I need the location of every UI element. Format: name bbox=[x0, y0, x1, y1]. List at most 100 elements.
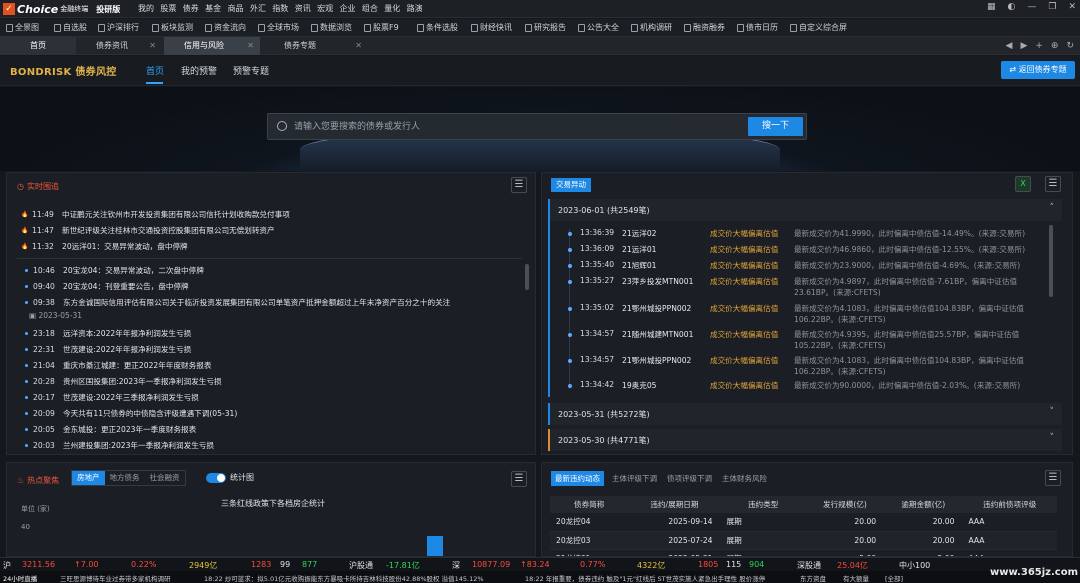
news-item[interactable]: 10:46 20宝龙04：交易异常波动，二次盘中停牌 bbox=[25, 265, 204, 276]
menu-item[interactable]: 宏观 bbox=[317, 3, 339, 14]
tab-home[interactable]: 首页 bbox=[0, 37, 76, 55]
tab-credit-risk[interactable]: 信用与风险 ✕ bbox=[164, 37, 260, 55]
news-item[interactable]: 09:40 20宝龙04：刊登重要公告，盘中停牌 bbox=[25, 281, 189, 292]
realtime-scrollbar[interactable] bbox=[525, 264, 529, 290]
nav-home[interactable]: 首页 bbox=[146, 64, 164, 77]
ticker-item[interactable]: 东方资盘 bbox=[800, 573, 826, 583]
news-item[interactable]: 🔥 11:49 中证鹏元关注钦州市开发投资集团有限公司信托计划收购款兑付事项 bbox=[21, 209, 290, 220]
menu-item[interactable]: 资讯 bbox=[295, 3, 317, 14]
news-item[interactable]: 22:31 世茂建设:2022年年报净利润发生亏损 bbox=[25, 344, 191, 355]
grid-icon[interactable]: ▦ bbox=[987, 2, 996, 12]
quicktool-3[interactable]: 板块监测 bbox=[152, 22, 193, 33]
news-item[interactable]: 🔥 11:47 新世纪评级关注桂林市交通投资控股集团有限公司无偿划转资产 bbox=[21, 225, 275, 236]
trade-scrollbar[interactable] bbox=[1049, 225, 1053, 297]
menu-item[interactable]: 商品 bbox=[228, 3, 250, 14]
tab-close-icon[interactable]: ✕ bbox=[247, 37, 254, 55]
table-row[interactable]: 20龙控04 2025-09-14 展期 20.00 20.00 AAA bbox=[550, 513, 1057, 532]
quicktool-1[interactable]: 自选股 bbox=[54, 22, 87, 33]
quicktool-7[interactable]: 股票F9 bbox=[364, 22, 399, 33]
hot-menu-icon[interactable]: ☰ bbox=[511, 471, 527, 487]
hot-tab-social-finance[interactable]: 社会融资 bbox=[145, 471, 185, 485]
board-label[interactable]: 中小100 bbox=[899, 560, 930, 571]
bond-tab-0[interactable]: 最新违约动态 bbox=[551, 471, 604, 486]
table-row[interactable]: 21龙控012025-05-31展期5.005.00AAA bbox=[550, 549, 1057, 556]
ticker-item[interactable]: [全部] bbox=[885, 573, 903, 583]
refresh-icon[interactable]: ↻ bbox=[1066, 41, 1074, 51]
quicktool-0[interactable]: 全景图 bbox=[6, 22, 39, 33]
chevron-up-icon[interactable]: ˄ bbox=[1050, 203, 1055, 213]
quicktool-9[interactable]: 财经快讯 bbox=[471, 22, 512, 33]
back-to-topics-button[interactable]: ⇄ 返回债券专题 bbox=[1001, 61, 1075, 79]
tab-close-icon[interactable]: ✕ bbox=[355, 37, 362, 55]
news-item[interactable]: 20:09 今天共有11只债券的中债隐含评级遭遇下调(05-31) bbox=[25, 408, 237, 419]
day-group-0531[interactable]: 2023-05-31 (共5272笔) ˅ bbox=[548, 403, 1062, 425]
trade-menu-icon[interactable]: ☰ bbox=[1045, 176, 1061, 192]
quicktool-14[interactable]: 债市日历 bbox=[737, 22, 778, 33]
menu-item[interactable]: 基金 bbox=[205, 3, 227, 14]
menu-item[interactable]: 我的 bbox=[138, 3, 160, 14]
menu-item[interactable]: 债券 bbox=[183, 3, 205, 14]
realtime-menu-icon[interactable]: ☰ bbox=[511, 177, 527, 193]
skin-icon[interactable]: ◐ bbox=[1008, 2, 1016, 12]
forward-icon[interactable]: ▶ bbox=[1020, 41, 1027, 51]
quicktool-11[interactable]: 公告大全 bbox=[578, 22, 619, 33]
hot-tab-local-debt[interactable]: 地方债务 bbox=[105, 471, 145, 485]
bond-tab-3[interactable]: 主体财务风险 bbox=[722, 473, 767, 484]
ticker-item[interactable]: 有大额量 bbox=[843, 573, 869, 583]
chevron-down-icon[interactable]: ˅ bbox=[1050, 407, 1055, 417]
excel-icon[interactable]: X bbox=[1015, 176, 1031, 192]
quicktool-13[interactable]: 融资融券 bbox=[684, 22, 725, 33]
bond-tab-1[interactable]: 主体评级下调 bbox=[612, 473, 657, 484]
menu-item[interactable]: 股票 bbox=[160, 3, 182, 14]
menu-item[interactable]: 组合 bbox=[362, 3, 384, 14]
add-tab-icon[interactable]: + bbox=[1035, 41, 1043, 51]
quicktool-6[interactable]: 数据浏览 bbox=[311, 22, 352, 33]
nav-my-alerts[interactable]: 我的预警 bbox=[181, 64, 217, 77]
news-item[interactable]: 09:38 东方金诚国际信用评估有限公司关于临沂投资发展集团有限公司单笔资产抵押金… bbox=[25, 297, 450, 308]
quicktool-4[interactable]: 资金流向 bbox=[205, 22, 246, 33]
table-header[interactable]: 违约前债项评级 bbox=[962, 496, 1057, 513]
bonds-menu-icon[interactable]: ☰ bbox=[1045, 470, 1061, 486]
ticker-item[interactable]: 三旺思源博待车业过券带多家机构调研 bbox=[60, 573, 171, 583]
table-header[interactable]: 发行规模(亿) bbox=[805, 496, 885, 513]
quicktool-12[interactable]: 机构调研 bbox=[631, 22, 672, 33]
day-group-0530[interactable]: 2023-05-30 (共4771笔) ˅ bbox=[548, 429, 1062, 451]
hot-tab-realestate[interactable]: 房地产 bbox=[72, 471, 105, 485]
bond-tab-2[interactable]: 债项评级下调 bbox=[667, 473, 712, 484]
quicktool-2[interactable]: 沪深排行 bbox=[98, 22, 139, 33]
news-item[interactable]: 20:28 贵州区国投集团:2023年一季报净利润发生亏损 bbox=[25, 376, 222, 387]
minimize-icon[interactable]: — bbox=[1027, 2, 1036, 12]
menu-item[interactable]: 路演 bbox=[407, 3, 429, 14]
quicktool-15[interactable]: 自定义综合屏 bbox=[790, 22, 847, 33]
quicktool-8[interactable]: 条件选股 bbox=[417, 22, 458, 33]
menu-item[interactable]: 指数 bbox=[272, 3, 294, 14]
tab-bond-news[interactable]: 债券资讯 ✕ bbox=[86, 37, 162, 55]
chevron-down-icon[interactable]: ˅ bbox=[1050, 433, 1055, 443]
news-item[interactable]: 23:18 远洋资本:2022年年报净利润发生亏损 bbox=[25, 328, 191, 339]
news-item[interactable]: 20:17 世茂建设:2022年三季报净利润发生亏损 bbox=[25, 392, 199, 403]
table-header[interactable]: 逾期金额(亿) bbox=[884, 496, 963, 513]
back-icon[interactable]: ◀ bbox=[1006, 41, 1013, 51]
close-icon[interactable]: ✕ bbox=[1068, 2, 1076, 12]
nav-alert-topics[interactable]: 预警专题 bbox=[233, 64, 269, 77]
bond-search-input[interactable] bbox=[294, 120, 724, 134]
ticker-item[interactable]: 18:22 炒可蓝求：拟5.01亿元收购振能东方暴吸卡所持吉林科技股份42.88… bbox=[204, 573, 484, 583]
tab-close-icon[interactable]: ✕ bbox=[149, 37, 156, 55]
news-item[interactable]: 20:03 兰州建投集团:2023年一季报净利润发生亏损 bbox=[25, 440, 214, 451]
search-button[interactable]: 搜一下 bbox=[748, 117, 803, 136]
ticker-live-label[interactable]: 24小时直播 bbox=[3, 573, 37, 583]
news-item[interactable]: 21:04 重庆市綦江城建：更正2022年年度财务报表 bbox=[25, 360, 211, 371]
table-header[interactable]: 违约/展期日期 bbox=[628, 496, 721, 513]
menu-item[interactable]: 外汇 bbox=[250, 3, 272, 14]
history-icon[interactable]: ⊕ bbox=[1051, 41, 1059, 51]
restore-icon[interactable]: ❐ bbox=[1048, 2, 1056, 12]
chart-toggle[interactable] bbox=[206, 473, 226, 483]
table-header[interactable]: 违约类型 bbox=[720, 496, 806, 513]
menu-item[interactable]: 量化 bbox=[384, 3, 406, 14]
news-item[interactable]: 🔥 11:32 20远洋01：交易异常波动，盘中停牌 bbox=[21, 241, 188, 252]
edition-label[interactable]: 投研版 bbox=[96, 4, 120, 15]
tab-bond-topics[interactable]: 债券专题 ✕ bbox=[272, 37, 368, 55]
menu-item[interactable]: 企业 bbox=[340, 3, 362, 14]
day-group-0601[interactable]: 2023-06-01 (共2549笔) ˄ bbox=[548, 199, 1062, 221]
sz-index[interactable]: 10877.09 bbox=[472, 560, 510, 569]
